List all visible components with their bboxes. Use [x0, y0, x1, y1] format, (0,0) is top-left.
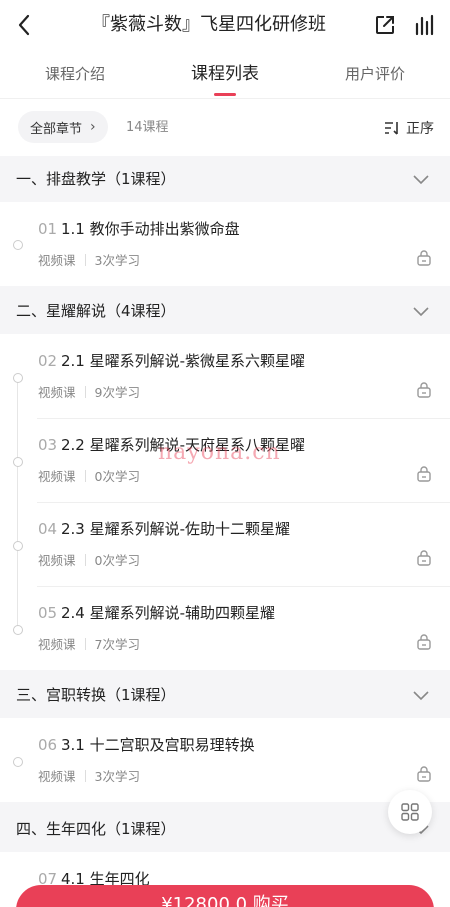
list-item[interactable]: 01 1.1 教你手动排出紫微命盘 视频课 3次学习	[0, 202, 450, 286]
lesson-meta: 视频课 3次学习	[38, 766, 140, 785]
list-item[interactable]: 04 2.3 星耀系列解说-佐助十二颗星耀 视频课 0次学习	[0, 502, 450, 586]
lesson-type: 视频课	[38, 769, 76, 784]
course-count: 14课程	[126, 120, 169, 135]
lock-icon	[417, 382, 431, 398]
chevron-down-icon	[413, 691, 429, 701]
timeline-dot	[13, 625, 23, 635]
lock-icon	[417, 634, 431, 650]
list-item[interactable]: 02 2.1 星曜系列解说-紫微星系六颗星曜 视频课 9次学习	[0, 334, 450, 418]
lesson-learn-count: 0次学习	[94, 469, 140, 484]
lesson-type: 视频课	[38, 553, 76, 568]
lesson-index: 05	[38, 604, 58, 622]
lesson-meta: 视频课 9次学习	[38, 382, 140, 401]
lock-icon	[417, 250, 431, 266]
lesson-type: 视频课	[38, 253, 76, 268]
lesson-learn-count: 3次学习	[94, 769, 140, 784]
section-header[interactable]: 四、生年四化（1课程）	[0, 806, 450, 852]
section-title: 三、宫职转换（1课程）	[16, 686, 176, 704]
bar-chart-icon	[415, 14, 434, 36]
tab-reviews[interactable]: 用户评价	[300, 50, 450, 98]
lesson-index: 06	[38, 736, 58, 754]
share-icon	[376, 16, 394, 34]
section-header[interactable]: 三、宫职转换（1课程）	[0, 672, 450, 718]
lock-icon	[417, 550, 431, 566]
lesson-type: 视频课	[38, 637, 76, 652]
chapter-filter-button[interactable]: 全部章节 ›	[18, 111, 108, 143]
chapter-filter-label: 全部章节	[30, 121, 83, 137]
divider	[37, 586, 450, 587]
lesson-type: 视频课	[38, 469, 76, 484]
section-header[interactable]: 二、星耀解说（4课程）	[0, 288, 450, 334]
section-title: 一、排盘教学（1课程）	[16, 170, 176, 188]
divider	[84, 385, 86, 398]
filter-bar: 全部章节 › 14课程 正序	[0, 98, 450, 156]
timeline-line	[17, 382, 18, 630]
tab-course-list[interactable]: 课程列表	[150, 50, 300, 98]
lesson-title: 2.4 星耀系列解说-辅助四颗星耀	[61, 604, 276, 622]
lesson-title: 2.1 星曜系列解说-紫微星系六颗星曜	[61, 352, 306, 370]
lesson-meta: 视频课 3次学习	[38, 250, 140, 269]
section-title: 四、生年四化（1课程）	[16, 820, 176, 838]
divider	[37, 418, 450, 419]
chevron-down-icon	[413, 175, 429, 185]
lesson-meta: 视频课 0次学习	[38, 466, 140, 485]
lesson-meta: 视频课 7次学习	[38, 634, 140, 653]
divider	[84, 769, 86, 782]
lock-icon	[417, 766, 431, 782]
chevron-down-icon	[413, 307, 429, 317]
lock-icon	[417, 466, 431, 482]
divider	[84, 553, 86, 566]
divider	[84, 253, 86, 266]
top-bar: 『紫薇斗数』飞星四化研修班	[0, 0, 450, 50]
lesson-title: 2.3 星耀系列解说-佐助十二颗星耀	[61, 520, 291, 538]
back-arrow-icon	[18, 14, 30, 36]
watermark: nayona.cn	[158, 440, 281, 465]
lesson-meta: 视频课 0次学习	[38, 550, 140, 569]
lesson-index: 02	[38, 352, 58, 370]
timeline-dot	[13, 373, 23, 383]
divider	[84, 637, 86, 650]
lesson-type: 视频课	[38, 385, 76, 400]
lesson-title: 1.1 教你手动排出紫微命盘	[61, 220, 240, 238]
chevron-right-icon: ›	[90, 119, 96, 135]
divider	[37, 502, 450, 503]
timeline-dot	[13, 757, 23, 767]
sort-icon	[384, 120, 402, 136]
list-item[interactable]: 06 3.1 十二宫职及宫职易理转换 视频课 3次学习	[0, 718, 450, 802]
tab-intro[interactable]: 课程介绍	[0, 50, 150, 98]
section-title: 二、星耀解说（4课程）	[16, 302, 176, 320]
timeline-dot	[13, 240, 23, 250]
list-item[interactable]: 05 2.4 星耀系列解说-辅助四颗星耀 视频课 7次学习	[0, 586, 450, 670]
lesson-learn-count: 0次学习	[94, 553, 140, 568]
lesson-index: 04	[38, 520, 58, 538]
timeline-dot	[13, 457, 23, 467]
section-header[interactable]: 一、排盘教学（1课程）	[0, 156, 450, 202]
sort-button[interactable]: 正序	[384, 99, 434, 157]
back-button[interactable]	[10, 10, 38, 40]
stats-button[interactable]	[412, 12, 438, 38]
share-button[interactable]	[372, 12, 398, 38]
lesson-learn-count: 9次学习	[94, 385, 140, 400]
lesson-index: 01	[38, 220, 58, 238]
catalog-float-button[interactable]	[388, 790, 432, 834]
page-title: 『紫薇斗数』飞星四化研修班	[92, 14, 326, 35]
sort-label: 正序	[406, 121, 434, 137]
timeline-dot	[13, 541, 23, 551]
tab-bar: 课程介绍 课程列表 用户评价	[0, 50, 450, 98]
app-root: 『紫薇斗数』飞星四化研修班 课程介绍 课程列表 用户评价 全部章节 › 14课程…	[0, 0, 450, 907]
grid-icon	[401, 803, 419, 821]
lesson-learn-count: 7次学习	[94, 637, 140, 652]
lesson-title: 3.1 十二宫职及宫职易理转换	[61, 736, 255, 754]
lesson-learn-count: 3次学习	[94, 253, 140, 268]
divider	[84, 469, 86, 482]
lesson-index: 03	[38, 436, 58, 454]
buy-button[interactable]: ¥12800.0 购买	[16, 885, 434, 907]
